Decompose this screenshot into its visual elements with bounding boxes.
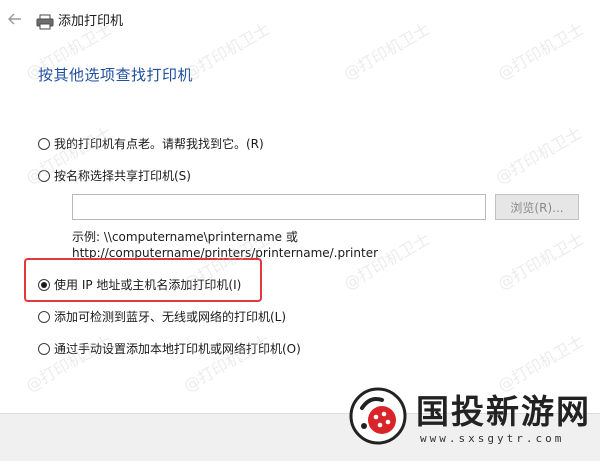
radio-button[interactable]: [38, 170, 50, 182]
watermark: @打印机卫士: [492, 123, 586, 188]
back-arrow-icon: [8, 13, 21, 25]
example-line-1: 示例: \\computername\printername 或: [72, 230, 298, 244]
option-shared-printer[interactable]: 按名称选择共享打印机(S): [38, 168, 191, 184]
watermark: @打印机卫士: [180, 331, 274, 396]
option-ip-hostname[interactable]: 使用 IP 地址或主机名添加打印机(I): [38, 277, 241, 293]
option-label: 我的打印机有点老。请帮我找到它。(R): [54, 137, 264, 151]
option-label: 添加可检测到蓝牙、无线或网络的打印机(L): [54, 310, 287, 324]
watermark: @打印机卫士: [494, 229, 588, 294]
shared-printer-name-input[interactable]: [72, 194, 486, 220]
option-label: 使用 IP 地址或主机名添加打印机(I): [54, 278, 242, 292]
watermark: @打印机卫士: [494, 331, 588, 396]
option-printer-old[interactable]: 我的打印机有点老。请帮我找到它。(R): [38, 136, 264, 152]
back-button[interactable]: [6, 10, 24, 28]
brand-name: 国投新游网: [416, 392, 591, 431]
radio-button[interactable]: [38, 343, 50, 355]
window-title: 添加打印机: [58, 14, 124, 29]
option-bluetooth-wireless[interactable]: 添加可检测到蓝牙、无线或网络的打印机(L): [38, 309, 286, 325]
example-line-2: http://computername/printers/printername…: [72, 246, 379, 260]
option-manual-local[interactable]: 通过手动设置添加本地打印机或网络打印机(O): [38, 341, 301, 357]
example-text: 示例: \\computername\printername 或 http://…: [72, 229, 378, 261]
brand-logo-icon: [349, 387, 407, 445]
printer-icon: [36, 14, 54, 30]
radio-button[interactable]: [38, 311, 50, 323]
page-heading: 按其他选项查找打印机: [38, 66, 194, 84]
radio-button[interactable]: [38, 138, 50, 150]
window-header: 添加打印机: [0, 0, 600, 48]
radio-button-selected[interactable]: [38, 279, 50, 291]
watermark: @打印机卫士: [22, 331, 116, 396]
option-label: 按名称选择共享打印机(S): [54, 169, 191, 183]
option-label: 通过手动设置添加本地打印机或网络打印机(O): [54, 342, 301, 356]
browse-button[interactable]: 浏览(R)...: [495, 194, 579, 220]
brand-url: www.sxsgytr.com: [420, 432, 565, 445]
